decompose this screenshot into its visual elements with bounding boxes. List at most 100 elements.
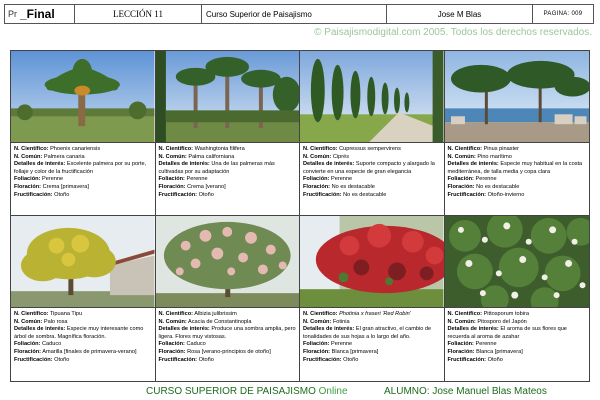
fruiting-value: Otoño bbox=[487, 356, 503, 363]
plant-info: N. Científico: Albizia julibrissim N. Co… bbox=[156, 308, 300, 364]
flowering-value: Crema [primavera] bbox=[42, 183, 89, 190]
label-details: Detalles de interés: bbox=[14, 326, 66, 333]
flowering-value: Blanca [primavera] bbox=[331, 348, 379, 355]
page-header: Pr _Final LECCIÓN 11 Curso Superior de P… bbox=[4, 4, 594, 24]
label-scientific: N. Científico: bbox=[447, 146, 483, 152]
scientific-name: Cupressus sempervirens bbox=[339, 146, 401, 152]
plant-card: N. Científico: Pittosporum tobira N. Com… bbox=[444, 216, 590, 381]
fruiting-value: Otoño bbox=[343, 356, 359, 363]
flowering-value: Rosa [verano-principios de otoño] bbox=[187, 348, 271, 355]
label-foliage: Foliación: bbox=[447, 341, 474, 348]
label-fruiting: Fructificación: bbox=[14, 356, 53, 363]
foliage-value: Perenne bbox=[41, 176, 64, 183]
label-foliage: Foliación: bbox=[14, 176, 41, 183]
label-details: Detalles de interés: bbox=[14, 161, 66, 168]
fruiting-value: Otoño bbox=[198, 356, 214, 363]
label-fruiting: Fructificación: bbox=[158, 356, 198, 363]
header-final: _Final bbox=[20, 7, 55, 21]
plant-info: N. Científico: Pittosporum tobira N. Com… bbox=[445, 308, 590, 364]
label-details: Detalles de interés: bbox=[303, 161, 355, 168]
foliage-value: Perenne bbox=[186, 176, 208, 183]
header-prefix: Pr bbox=[8, 9, 17, 19]
phoenix-palm-photo bbox=[11, 51, 155, 143]
label-common: N. Común: bbox=[14, 318, 43, 325]
label-details: Detalles de interés: bbox=[303, 326, 355, 333]
scientific-name: Phoenix canariensis bbox=[50, 146, 101, 152]
label-scientific: N. Científico: bbox=[14, 146, 49, 152]
plant-card: N. Científico: Phoenix canariensis N. Co… bbox=[11, 51, 156, 216]
label-common: N. Común: bbox=[14, 153, 43, 160]
scientific-name: Pinus pinaster bbox=[483, 146, 520, 152]
tipuana-tree-photo bbox=[11, 216, 155, 308]
plant-info: N. Científico: Washingtonia filifera N. … bbox=[156, 143, 300, 199]
common-name: Acacia de Constantinopla bbox=[188, 318, 252, 325]
common-name: Ciprés bbox=[332, 153, 350, 160]
label-flowering: Floración: bbox=[447, 183, 475, 190]
label-common: N. Común: bbox=[303, 318, 332, 325]
common-name: Palmera canaria bbox=[43, 153, 85, 160]
washingtonia-palm-photo bbox=[155, 51, 299, 143]
flowering-value: Blanca [primavera] bbox=[476, 348, 523, 355]
footer-course: CURSO SUPERIOR DE PAISAJISMO Online bbox=[146, 386, 348, 397]
common-name: Palma californiana bbox=[188, 153, 235, 160]
foliage-value: Caduco bbox=[41, 341, 62, 348]
label-flowering: Floración: bbox=[14, 183, 42, 190]
label-flowering: Floración: bbox=[303, 348, 331, 355]
label-foliage: Foliación: bbox=[14, 341, 41, 348]
cypress-avenue-photo bbox=[300, 51, 444, 143]
page-footer: CURSO SUPERIOR DE PAISAJISMO Online ALUM… bbox=[0, 386, 600, 400]
label-fruiting: Fructificación: bbox=[303, 191, 342, 198]
label-common: N. Común: bbox=[447, 153, 476, 160]
albizia-tree-photo bbox=[155, 216, 299, 308]
label-fruiting: Fructificación: bbox=[447, 356, 487, 363]
foliage-value: Perenne bbox=[330, 176, 353, 183]
foliage-value: Perenne bbox=[475, 176, 497, 183]
label-scientific: N. Científico: bbox=[158, 311, 194, 317]
flowering-value: No es destacable bbox=[331, 183, 375, 190]
footer-student: ALUMNO: Jose Manuel Blas Mateos bbox=[384, 386, 547, 397]
label-foliage: Foliación: bbox=[303, 341, 330, 348]
label-flowering: Floración: bbox=[303, 183, 331, 190]
common-name: Pitosporo del Japón bbox=[477, 318, 527, 325]
label-common: N. Común: bbox=[303, 153, 332, 160]
plant-info: N. Científico: Tipuana Tipu N. Común: Pa… bbox=[11, 308, 155, 364]
plant-info: N. Científico: Phoenix canariensis N. Co… bbox=[11, 143, 155, 199]
pittosporum-shrub-photo bbox=[444, 216, 589, 308]
label-foliage: Foliación: bbox=[303, 176, 330, 183]
header-lesson: LECCIÓN 11 bbox=[75, 5, 202, 23]
label-common: N. Común: bbox=[447, 318, 476, 325]
label-scientific: N. Científico: bbox=[447, 311, 483, 317]
label-fruiting: Fructificación: bbox=[158, 191, 198, 198]
label-scientific: N. Científico: bbox=[303, 311, 338, 317]
label-fruiting: Fructificación: bbox=[14, 191, 53, 198]
plant-card: N. Científico: Photinia x fraseri 'Red R… bbox=[300, 216, 445, 381]
label-details: Detalles de interés: bbox=[447, 161, 499, 168]
fruiting-value: Otoño bbox=[198, 191, 214, 198]
copyright-notice: © Paisajismodigital.com 2005. Todos los … bbox=[314, 27, 592, 38]
common-name: Palo rosa bbox=[43, 318, 68, 325]
header-page: PAGINA: 009 bbox=[543, 11, 583, 17]
plant-card: N. Científico: Cupressus sempervirens N.… bbox=[300, 51, 445, 216]
label-details: Detalles de interés: bbox=[158, 161, 210, 168]
scientific-name: Washingtonia filifera bbox=[194, 146, 245, 152]
plant-card: N. Científico: Washingtonia filifera N. … bbox=[155, 51, 300, 216]
label-details: Detalles de interés: bbox=[158, 326, 210, 333]
footer-online: Online bbox=[318, 386, 348, 397]
foliage-value: Perenne bbox=[330, 341, 353, 348]
flowering-value: No es destacable bbox=[476, 183, 520, 190]
plant-info: N. Científico: Photinia x fraseri 'Red R… bbox=[300, 308, 444, 364]
label-common: N. Común: bbox=[158, 153, 187, 160]
label-scientific: N. Científico: bbox=[158, 146, 194, 152]
label-fruiting: Fructificación: bbox=[447, 191, 487, 198]
scientific-name: Pittosporum tobira bbox=[483, 311, 529, 317]
scientific-name: Tipuana Tipu bbox=[49, 311, 83, 317]
foliage-value: Perenne bbox=[475, 341, 497, 348]
footer-course-text: CURSO SUPERIOR DE PAISAJISMO bbox=[146, 386, 316, 397]
common-name: Fotinia bbox=[332, 318, 350, 325]
plant-card: N. Científico: Albizia julibrissim N. Co… bbox=[155, 216, 300, 381]
fruiting-value: Otoño bbox=[54, 356, 70, 363]
label-foliage: Foliación: bbox=[158, 176, 185, 183]
label-scientific: N. Científico: bbox=[14, 311, 49, 317]
label-common: N. Común: bbox=[158, 318, 187, 325]
plant-card: N. Científico: Pinus pinaster N. Común: … bbox=[444, 51, 589, 216]
